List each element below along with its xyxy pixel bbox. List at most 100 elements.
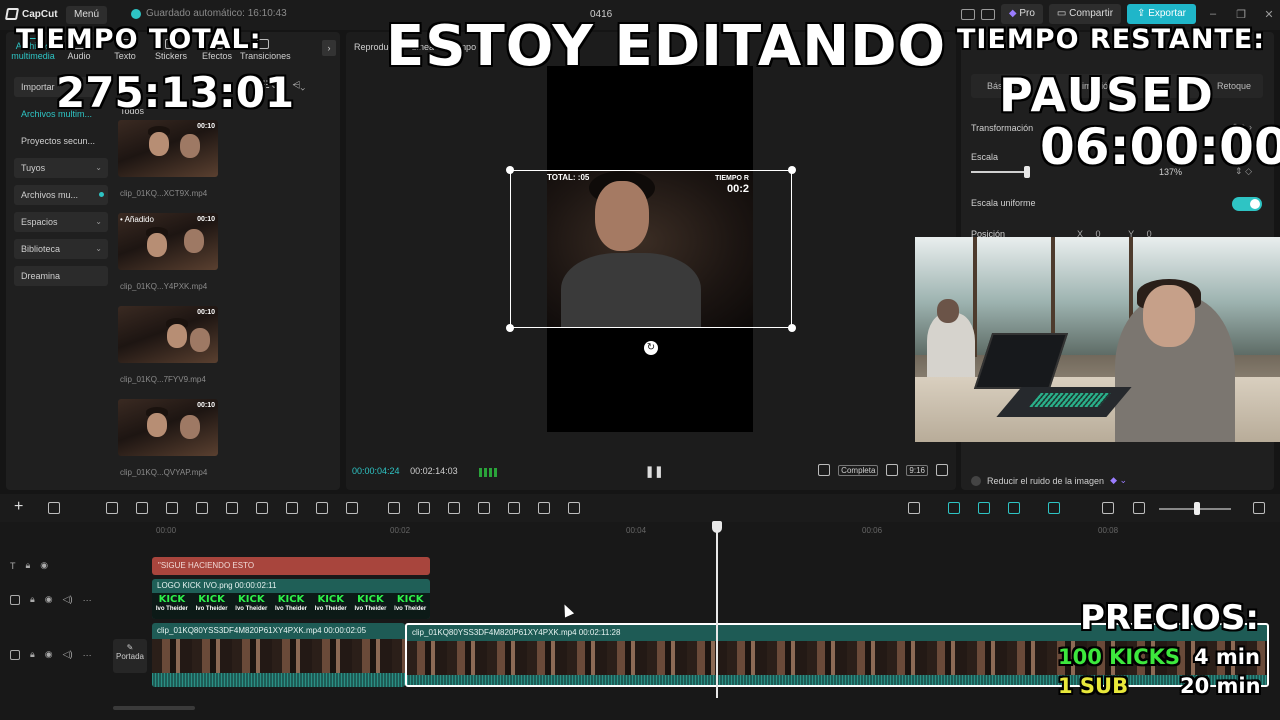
crop-icon[interactable] bbox=[316, 502, 328, 514]
zoom-in-icon[interactable] bbox=[1253, 502, 1265, 514]
uniform-scale-toggle[interactable] bbox=[1232, 197, 1262, 211]
nav-dreamina[interactable]: Dreamina bbox=[14, 266, 108, 286]
more-icon[interactable]: ··· bbox=[83, 595, 92, 605]
more-icon[interactable]: ··· bbox=[83, 650, 92, 660]
track-header-overlay: 🔒︎ ◉ ◁) ··· bbox=[10, 594, 92, 605]
noise-checkbox[interactable] bbox=[971, 475, 981, 486]
eye-icon[interactable]: ◉ bbox=[45, 594, 53, 605]
thumb-duration: 00:10 bbox=[197, 216, 215, 223]
kick-word: KICK bbox=[238, 594, 265, 605]
thumb-figure bbox=[180, 415, 200, 439]
scale-slider-track[interactable] bbox=[971, 171, 1027, 173]
trim-left-icon[interactable] bbox=[196, 502, 208, 514]
add-track-icon[interactable]: + bbox=[14, 498, 23, 516]
caption-icon[interactable] bbox=[1102, 502, 1114, 514]
eye-icon[interactable]: ◉ bbox=[45, 649, 53, 660]
eye-icon[interactable]: ◉ bbox=[40, 560, 48, 571]
quality-button[interactable]: Completa bbox=[838, 464, 879, 476]
volume-icon[interactable]: ◁) bbox=[63, 649, 73, 660]
link-icon[interactable] bbox=[948, 502, 960, 514]
snap-icon[interactable] bbox=[1008, 502, 1020, 514]
track-header-text: T 🔒︎ ◉ bbox=[10, 560, 48, 571]
video-clip[interactable]: clip_01KQ80YSS3DF4M820P61XY4PXK.mp4 00:0… bbox=[152, 623, 405, 687]
export-frame-icon[interactable] bbox=[538, 502, 550, 514]
nav-library[interactable]: Biblioteca ⌄ bbox=[14, 239, 108, 259]
shield-icon[interactable] bbox=[286, 502, 298, 514]
kick-frame: KICK Ivo Theider bbox=[192, 593, 232, 619]
preview-axis-icon[interactable] bbox=[1048, 502, 1060, 514]
lock-icon[interactable]: 🔒︎ bbox=[30, 649, 35, 660]
ruler-label: 00:02 bbox=[390, 526, 411, 535]
focus-icon[interactable] bbox=[886, 464, 899, 476]
nav-spaces[interactable]: Espacios ⌄ bbox=[14, 212, 108, 232]
selection-box[interactable] bbox=[506, 166, 796, 332]
zoom-out-icon[interactable] bbox=[1133, 502, 1145, 514]
ratio-button[interactable]: 9:16 bbox=[906, 464, 928, 476]
zoom-slider[interactable] bbox=[1194, 502, 1200, 515]
lock-icon[interactable]: 🔒︎ bbox=[30, 594, 35, 605]
rotate-icon[interactable]: ↻ bbox=[644, 341, 658, 355]
price-item-kicks: 100 KICKS bbox=[1058, 645, 1181, 669]
media-thumbnail[interactable]: 00:10 bbox=[118, 120, 218, 177]
speed-icon[interactable] bbox=[346, 502, 358, 514]
magnet-icon[interactable] bbox=[978, 502, 990, 514]
media-thumbnail[interactable]: • Añadido 00:10 bbox=[118, 213, 218, 270]
export-button[interactable]: ⇪ Exportar bbox=[1127, 4, 1196, 24]
nav-subprojects[interactable]: Proyectos secun... bbox=[14, 131, 108, 151]
chevron-right-icon[interactable]: › bbox=[322, 40, 336, 56]
kick-sub: Ivo Theider bbox=[155, 606, 188, 612]
playhead-handle[interactable] bbox=[712, 521, 722, 533]
media-thumbnail[interactable]: 00:10 bbox=[118, 306, 218, 363]
fullscreen-icon[interactable] bbox=[936, 464, 948, 476]
ai-icon[interactable] bbox=[448, 502, 460, 514]
filter-icon[interactable]: ⩤⌄ bbox=[292, 80, 305, 91]
screen-icon[interactable] bbox=[980, 8, 995, 20]
text-clip[interactable]: "SIGUE HACIENDO ESTO bbox=[152, 557, 430, 575]
export-icon: ⇪ bbox=[1137, 8, 1149, 19]
select-tool-icon[interactable] bbox=[48, 502, 60, 514]
redo-icon[interactable] bbox=[136, 502, 148, 514]
noise-reduction-option[interactable]: Reducir el ruido de la imagen ◆ ⌄ bbox=[971, 475, 1127, 486]
pause-icon[interactable]: ❚❚ bbox=[645, 465, 663, 478]
pro-button[interactable]: ◆ Pro bbox=[1000, 4, 1043, 24]
kick-sub: Ivo Theider bbox=[394, 606, 427, 612]
logo-clip[interactable]: LOGO KICK IVO.png 00:00:02:11 KICK Ivo Th… bbox=[152, 579, 430, 619]
nav-media-files-label: Archivos mu... bbox=[21, 190, 79, 200]
remove-bg-icon[interactable] bbox=[388, 502, 400, 514]
hd-icon[interactable] bbox=[508, 502, 520, 514]
playhead[interactable] bbox=[716, 522, 718, 698]
resize-handle[interactable] bbox=[788, 166, 796, 174]
capcut-icon bbox=[4, 8, 20, 20]
audio-separate-icon[interactable] bbox=[418, 502, 430, 514]
ruler-label: 00:00 bbox=[156, 526, 177, 535]
scale-slider[interactable] bbox=[1024, 166, 1030, 178]
thumb-duration: 00:10 bbox=[197, 309, 215, 316]
tiktok-icon[interactable] bbox=[818, 464, 831, 476]
microphone-icon[interactable] bbox=[908, 502, 920, 514]
media-thumbnail[interactable]: 00:10 bbox=[118, 399, 218, 456]
resize-handle[interactable] bbox=[506, 166, 514, 174]
layout-icon[interactable] bbox=[960, 8, 975, 20]
close-icon[interactable]: ✕ bbox=[1258, 8, 1280, 21]
effects-icon[interactable] bbox=[568, 502, 580, 514]
nav-media-files[interactable]: Archivos mu... bbox=[14, 185, 108, 205]
resize-handle[interactable] bbox=[506, 324, 514, 332]
split-icon[interactable] bbox=[166, 502, 178, 514]
webcam-keyboard-glow bbox=[1029, 393, 1111, 407]
undo-icon[interactable] bbox=[106, 502, 118, 514]
timeline-scrollbar[interactable] bbox=[113, 706, 195, 710]
maximize-icon[interactable]: ❐ bbox=[1230, 8, 1252, 21]
menu-button[interactable]: Menú bbox=[66, 6, 108, 24]
resize-handle[interactable] bbox=[788, 324, 796, 332]
tab-retouch[interactable]: Retoque bbox=[1217, 81, 1251, 91]
thumb-figure bbox=[147, 233, 167, 257]
nav-yours[interactable]: Tuyos ⌄ bbox=[14, 158, 108, 178]
trim-right-icon[interactable] bbox=[226, 502, 238, 514]
minimize-icon[interactable]: – bbox=[1202, 8, 1224, 20]
lock-icon[interactable]: 🔒︎ bbox=[26, 560, 31, 571]
volume-icon[interactable]: ◁) bbox=[63, 594, 73, 605]
cover-button[interactable]: ✎ Portada bbox=[113, 639, 147, 673]
share-button[interactable]: ▭ Compartir bbox=[1048, 4, 1122, 24]
magic-icon[interactable] bbox=[478, 502, 490, 514]
delete-icon[interactable] bbox=[256, 502, 268, 514]
